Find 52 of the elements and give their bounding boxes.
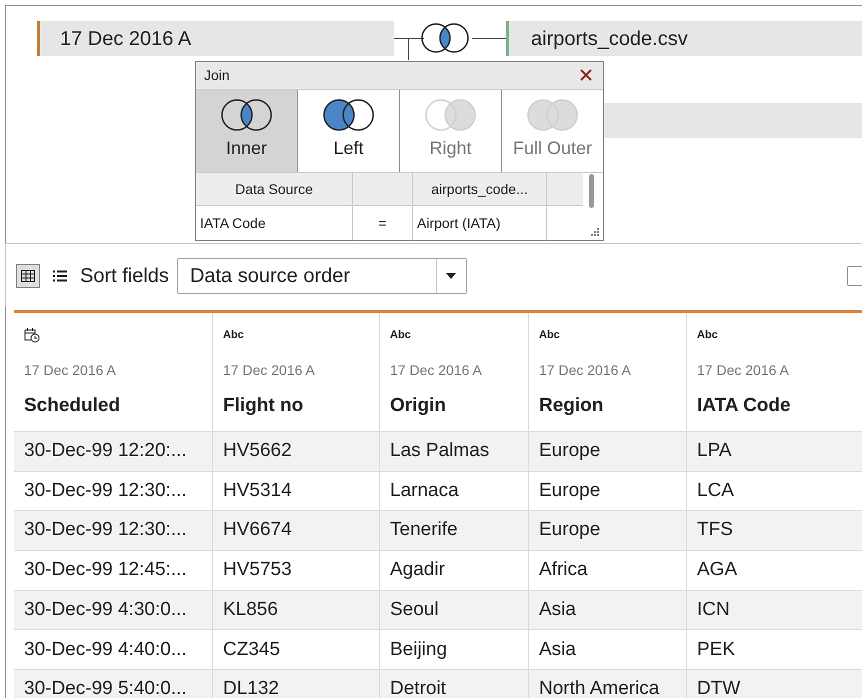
grid-header: Data Source xyxy=(196,173,353,205)
type-label: Abc xyxy=(223,328,244,343)
table-cell: DTW xyxy=(686,670,862,698)
list-view-icon xyxy=(53,270,67,282)
resize-grip-icon[interactable] xyxy=(591,228,600,237)
table-cell-text: 30-Dec-99 5:40:0... xyxy=(23,677,188,698)
type-label: Abc xyxy=(539,328,560,343)
grid-cell: = xyxy=(353,206,413,240)
venn-icon xyxy=(526,99,578,132)
dialog-title: Join xyxy=(204,66,230,85)
join-type-button[interactable]: Inner xyxy=(196,90,297,172)
checkbox[interactable] xyxy=(847,266,862,286)
type-label: Abc xyxy=(390,328,411,343)
source-label: 17 Dec 2016 A xyxy=(697,360,790,380)
join-icon xyxy=(421,23,469,53)
column-header[interactable]: 17 Dec 2016 A Scheduled xyxy=(14,313,212,431)
grid-cell[interactable]: IATA Code xyxy=(196,206,353,240)
table-cell-text: 30-Dec-99 4:30:0... xyxy=(23,598,188,622)
connector-line xyxy=(472,38,506,39)
view-toggle-button[interactable] xyxy=(16,264,40,288)
grid-cell[interactable]: Airport (IATA) xyxy=(413,206,547,240)
table-cell-text: 30-Dec-99 12:45:... xyxy=(23,558,188,582)
source-label: 17 Dec 2016 A xyxy=(223,360,316,380)
table-cell-text: 30-Dec-99 12:30:... xyxy=(23,518,188,542)
source-label: 17 Dec 2016 A xyxy=(539,360,632,380)
table-cell-text: 30-Dec-99 12:30:... xyxy=(23,478,188,503)
field-name: Flight no xyxy=(223,394,304,418)
source-label: 17 Dec 2016 A xyxy=(390,360,483,380)
table-cell: Detroit xyxy=(379,670,528,698)
source-label: 17 Dec 2016 A xyxy=(24,360,117,380)
dropdown-arrow-icon xyxy=(446,272,456,278)
table-cell: North America xyxy=(528,670,686,698)
venn-icon xyxy=(322,99,374,132)
field-name: Region xyxy=(539,394,604,418)
field-name: IATA Code xyxy=(697,394,792,418)
field-name: Scheduled xyxy=(24,394,122,418)
close-icon xyxy=(580,69,592,82)
table-pill[interactable]: airports_code.csv xyxy=(506,21,862,56)
type-label: Abc xyxy=(697,328,718,343)
field-name: Origin xyxy=(390,394,447,418)
table-cell-text: 30-Dec-99 12:20:... xyxy=(23,439,188,464)
table-cell: DL132 xyxy=(212,670,379,698)
calendar-clock-icon xyxy=(24,327,40,343)
table-cell-text: 30-Dec-99 4:40:0... xyxy=(23,638,188,662)
grid-header: airports_code... xyxy=(413,173,547,205)
venn-icon xyxy=(424,99,476,132)
scrollbar-thumb[interactable] xyxy=(589,174,594,208)
venn-icon xyxy=(220,99,272,132)
table-pill[interactable]: 17 Dec 2016 A xyxy=(37,21,394,56)
grid-view-icon xyxy=(21,270,35,282)
sort-dropdown[interactable]: Data source order xyxy=(176,258,467,294)
sort-label: Sort fields xyxy=(80,264,169,288)
